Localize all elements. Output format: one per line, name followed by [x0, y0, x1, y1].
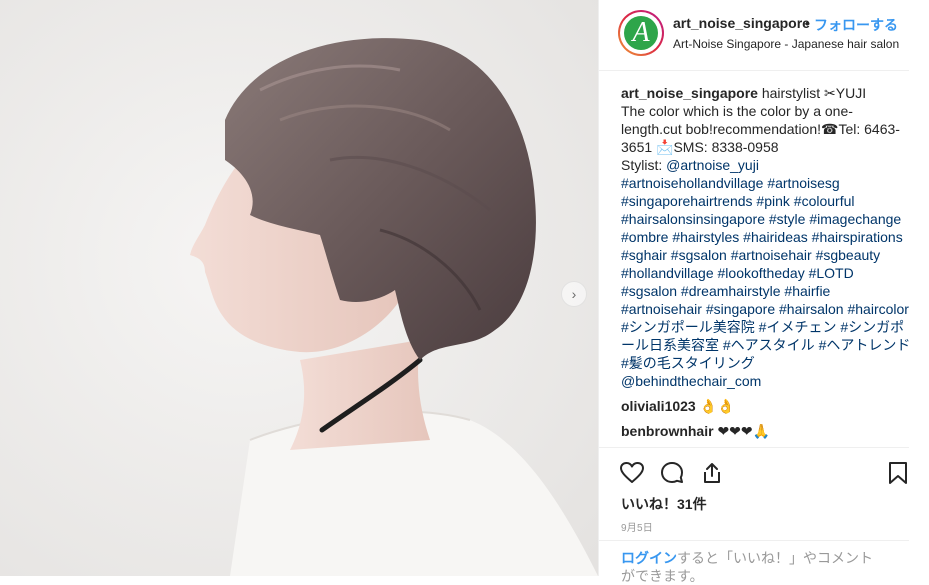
stylist-mention[interactable]: @artnoise_yuji	[666, 157, 759, 173]
login-prompt: ログインすると「いいね！」やコメントができます。	[599, 540, 909, 584]
caption-username[interactable]: art_noise_singapore	[621, 85, 758, 101]
post-date[interactable]: 9月5日	[621, 519, 653, 534]
follow-button[interactable]: フォローする	[814, 15, 898, 35]
next-photo-button[interactable]: ›	[561, 281, 587, 307]
post-header: A art_noise_singapore • フォローする Art-Noise…	[599, 0, 909, 71]
action-bar	[599, 447, 909, 498]
login-link[interactable]: ログイン	[621, 550, 677, 566]
comment-item: benbrownhair ❤❤❤🙏	[621, 422, 911, 440]
username-link[interactable]: art_noise_singapore	[673, 15, 810, 31]
bookmark-icon[interactable]	[885, 460, 911, 486]
heart-icon[interactable]	[619, 460, 645, 486]
caption: art_noise_singapore hairstylist ✂YUJI Th…	[621, 84, 911, 390]
comment-text: ❤❤❤🙏	[713, 423, 771, 439]
comment-username[interactable]: oliviali1023	[621, 398, 696, 414]
like-count[interactable]: いいね！31件	[621, 494, 707, 514]
post-photo[interactable]: ›	[0, 0, 598, 576]
brand-logo: A	[624, 16, 658, 50]
post-side-panel: A art_noise_singapore • フォローする Art-Noise…	[598, 0, 929, 584]
share-icon[interactable]	[699, 460, 725, 486]
comments-list: art_noise_singapore hairstylist ✂YUJI Th…	[621, 84, 911, 446]
comment-text: 👌👌	[695, 398, 735, 414]
hair-model-image	[0, 0, 598, 576]
caption-hashtags[interactable]: #artnoisehollandvillage #artnoisesg #sin…	[621, 175, 914, 389]
location-link[interactable]: Art-Noise Singapore - Japanese hair salo…	[673, 37, 899, 51]
avatar[interactable]: A	[618, 10, 664, 56]
comment-item: oliviali1023 👌👌	[621, 397, 911, 415]
comment-icon[interactable]	[659, 460, 685, 486]
separator-dot: •	[805, 15, 810, 31]
chevron-right-icon: ›	[571, 286, 577, 302]
comment-username[interactable]: benbrownhair	[621, 423, 714, 439]
